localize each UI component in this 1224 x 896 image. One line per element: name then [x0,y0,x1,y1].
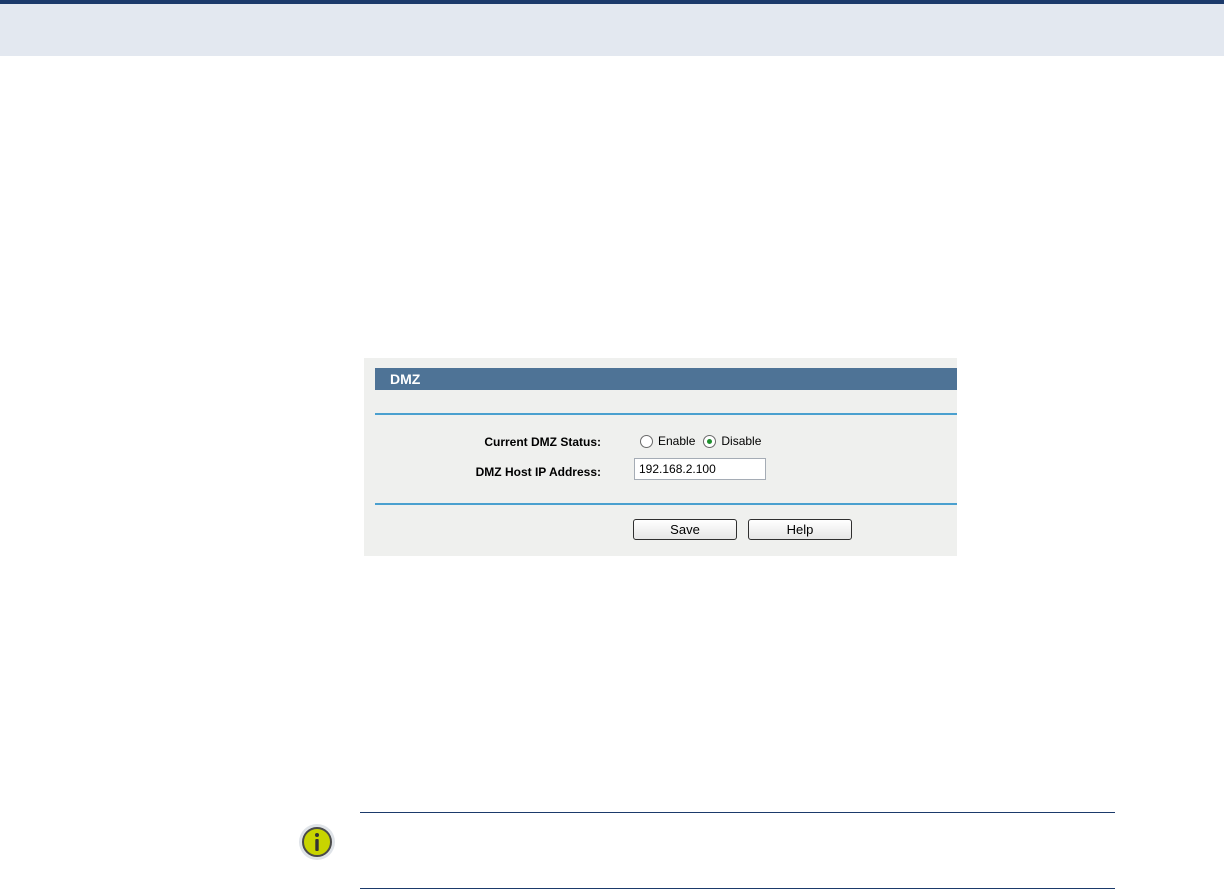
info-icon [297,822,337,862]
page: DMZ Current DMZ Status: Enable Disable D… [0,0,1224,896]
panel-title: DMZ [375,368,957,390]
dmz-host-ip-input[interactable] [634,458,766,480]
disable-radio[interactable] [703,434,717,448]
dmz-host-ip-label: DMZ Host IP Address: [475,465,601,479]
enable-radio[interactable] [640,434,653,448]
help-button[interactable]: Help [748,519,852,540]
dmz-panel: DMZ Current DMZ Status: Enable Disable D… [364,358,957,556]
document-header-band [0,0,1224,56]
enable-radio-label[interactable]: Enable [658,434,695,448]
dmz-status-label: Current DMZ Status: [484,435,601,449]
divider-top [375,413,957,415]
note-rule-bottom [360,888,1115,889]
dmz-status-radio-group: Enable Disable [640,434,769,448]
note-rule-top [360,812,1115,813]
divider-bottom [375,503,957,505]
disable-radio-label[interactable]: Disable [721,434,761,448]
save-button[interactable]: Save [633,519,737,540]
